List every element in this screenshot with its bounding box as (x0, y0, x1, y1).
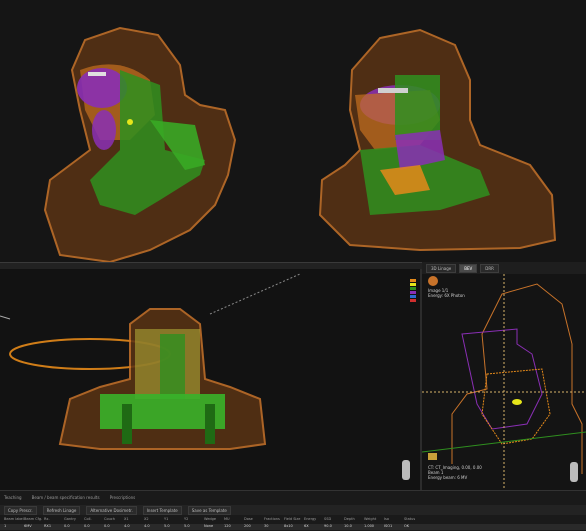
top-3d-viewport[interactable] (0, 0, 586, 262)
tab-drr[interactable]: DRR (480, 263, 499, 273)
table-header: Beam label Beam Cfg. Rx. Gantry Coll. Couch X1… (0, 517, 586, 523)
table-cell: 6MV (24, 524, 32, 528)
bev-info-line: Energy beam: 6 MV (428, 475, 468, 480)
column-header[interactable]: Gantry (64, 517, 84, 523)
table-row[interactable]: 1 6MV RX1 0.0 0.0 0.0 4.0 4.0 5.0 5.0 None 120 200 30… (0, 524, 586, 530)
table-cell: 0.0 (84, 524, 90, 528)
table-cell: 4.0 (144, 524, 150, 528)
table-cell: 30 (264, 524, 269, 528)
column-header[interactable]: Coll. (84, 517, 104, 523)
table-cell: 4.0 (124, 524, 130, 528)
table-cell: 5.0 (184, 524, 190, 528)
column-header[interactable]: Y2 (184, 517, 204, 523)
column-header[interactable]: Couch (104, 517, 124, 523)
table-cell: 120 (224, 524, 231, 528)
bottom-toolbar: Copy Prescr. Refresh Linage Alternative … (0, 505, 586, 515)
column-header[interactable]: Iso (384, 517, 404, 523)
column-header[interactable]: Wedge (204, 517, 224, 523)
column-header[interactable]: Depth (344, 517, 364, 523)
tab-3d-linage[interactable]: 3D Linage (426, 263, 457, 273)
table-cell: 1 (4, 524, 7, 528)
table-cell: 1.000 (364, 524, 375, 528)
column-header[interactable]: Weight (364, 517, 384, 523)
tab-prescriptions[interactable]: Prescriptions (110, 495, 136, 503)
copy-prescr-button[interactable]: Copy Prescr. (4, 505, 37, 515)
save-template-button[interactable]: Save as Template (187, 505, 231, 515)
bottom-panel: Teaching Beam / beam specification resul… (0, 490, 586, 531)
table-cell: 0.0 (104, 524, 110, 528)
bev-render (422, 274, 586, 490)
insert-template-button[interactable]: Insert Template (142, 505, 182, 515)
right-head-render (318, 28, 557, 252)
column-header[interactable]: Rx. (44, 517, 64, 523)
column-header[interactable]: Beam Cfg. (24, 517, 44, 523)
table-cell: 6X (304, 524, 309, 528)
column-header[interactable]: Dose (244, 517, 264, 523)
column-header[interactable]: Fractions (264, 517, 284, 523)
bev-info-bottom: CT: CT_Imaging, 0.00, 0.00 Beam 1 Energy… (428, 465, 482, 480)
bottom-tabs: Teaching Beam / beam specification resul… (0, 495, 135, 503)
table-cell: 0.0 (64, 524, 70, 528)
table-cell: None (204, 524, 214, 528)
bev-tabs: 3D Linage BEV DRR (422, 262, 586, 274)
bottom-3d-render (0, 273, 301, 450)
table-cell: 200 (244, 524, 251, 528)
alt-dosimetry-button[interactable]: Alternative Dosimetr. (86, 505, 137, 515)
orientation-figure-icon (402, 460, 410, 480)
table-cell: 90.0 (324, 524, 332, 528)
column-header[interactable]: X1 (124, 517, 144, 523)
column-header[interactable]: X2 (144, 517, 164, 523)
column-header[interactable]: Status (404, 517, 424, 523)
bev-viewport[interactable]: 3D Linage BEV DRR Image 1/1 Energy: 6X P… (422, 262, 586, 490)
color-legend (410, 279, 416, 303)
column-header[interactable]: Beam label (4, 517, 24, 523)
bottom-3d-viewport[interactable] (0, 269, 422, 490)
top-3d-render (43, 26, 557, 262)
column-header[interactable]: Field Size (284, 517, 304, 523)
table-cell: 5.0 (164, 524, 170, 528)
table-cell: OK (404, 524, 410, 528)
orientation-figure-icon (570, 462, 578, 482)
table-cell: 8x10 (284, 524, 293, 528)
column-header[interactable]: SSD (324, 517, 344, 523)
tab-teaching[interactable]: Teaching (4, 495, 22, 503)
table-cell: RX1 (44, 524, 52, 528)
column-header[interactable]: MU (224, 517, 244, 523)
table-cell: 10.0 (344, 524, 352, 528)
left-head-render (43, 26, 237, 262)
table-cell: ISO1 (384, 524, 393, 528)
image-icon (428, 453, 437, 460)
refresh-linage-button[interactable]: Refresh Linage (42, 505, 81, 515)
column-header[interactable]: Energy (304, 517, 324, 523)
column-header[interactable]: Y1 (164, 517, 184, 523)
tab-beam-results[interactable]: Beam / beam specification results (32, 495, 100, 503)
tab-bev[interactable]: BEV (459, 263, 478, 273)
